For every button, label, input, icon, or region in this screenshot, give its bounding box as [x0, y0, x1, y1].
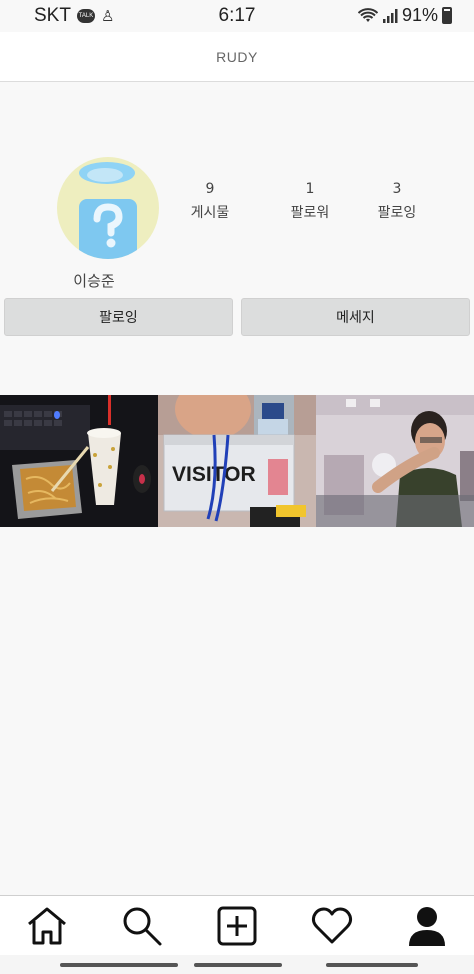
home-icon: [28, 907, 67, 944]
heart-icon: [311, 907, 352, 943]
posts-count: 9: [205, 181, 215, 197]
photo-person[interactable]: [316, 395, 474, 527]
status-right: 91%: [357, 5, 452, 26]
avatar[interactable]: [57, 157, 159, 259]
gesture-back[interactable]: [326, 963, 418, 967]
nav-add-post[interactable]: [207, 898, 267, 954]
followers-label: 팔로워: [290, 205, 330, 221]
stat-following[interactable]: 3 팔로잉: [357, 180, 437, 223]
default-avatar-icon: [79, 162, 137, 259]
bottom-nav: [0, 895, 474, 955]
profile-icon: [408, 906, 445, 946]
visitor-card-photo-image: VISITOR: [158, 395, 316, 527]
nav-search[interactable]: [112, 898, 172, 954]
message-button[interactable]: 메세지: [241, 298, 470, 336]
gesture-home[interactable]: [194, 963, 282, 967]
following-button[interactable]: 팔로잉: [4, 298, 233, 336]
search-icon: [123, 907, 162, 945]
stat-followers[interactable]: 1 팔로워: [270, 180, 350, 223]
photo-visitor-card[interactable]: VISITOR: [158, 395, 316, 527]
nav-home[interactable]: [17, 898, 77, 954]
noodles-photo-image: [0, 395, 158, 527]
page-title: RUDY: [216, 48, 258, 65]
nav-profile[interactable]: [397, 898, 457, 954]
gesture-bar: [0, 955, 474, 974]
following-count: 3: [392, 181, 402, 197]
add-post-icon: [217, 906, 257, 945]
profile-header: RUDY: [0, 32, 474, 82]
gesture-recent[interactable]: [60, 963, 178, 967]
photo-grid: VISITOR: [0, 395, 474, 527]
battery-icon: [442, 7, 452, 24]
profile-username: 이승준: [73, 272, 115, 290]
status-bar: SKT TALK ♙ 6:17 91%: [0, 0, 474, 32]
wifi-icon: [357, 7, 378, 22]
stat-posts[interactable]: 9 게시물: [170, 180, 250, 223]
posts-label: 게시물: [190, 205, 230, 221]
photo-noodles[interactable]: [0, 395, 158, 527]
battery-percent: 91%: [401, 5, 438, 25]
followers-count: 1: [305, 181, 315, 197]
person-photo-image: [316, 395, 474, 527]
nav-activity[interactable]: [302, 898, 362, 954]
signal-icon: [382, 8, 398, 23]
following-label: 팔로잉: [377, 205, 417, 221]
